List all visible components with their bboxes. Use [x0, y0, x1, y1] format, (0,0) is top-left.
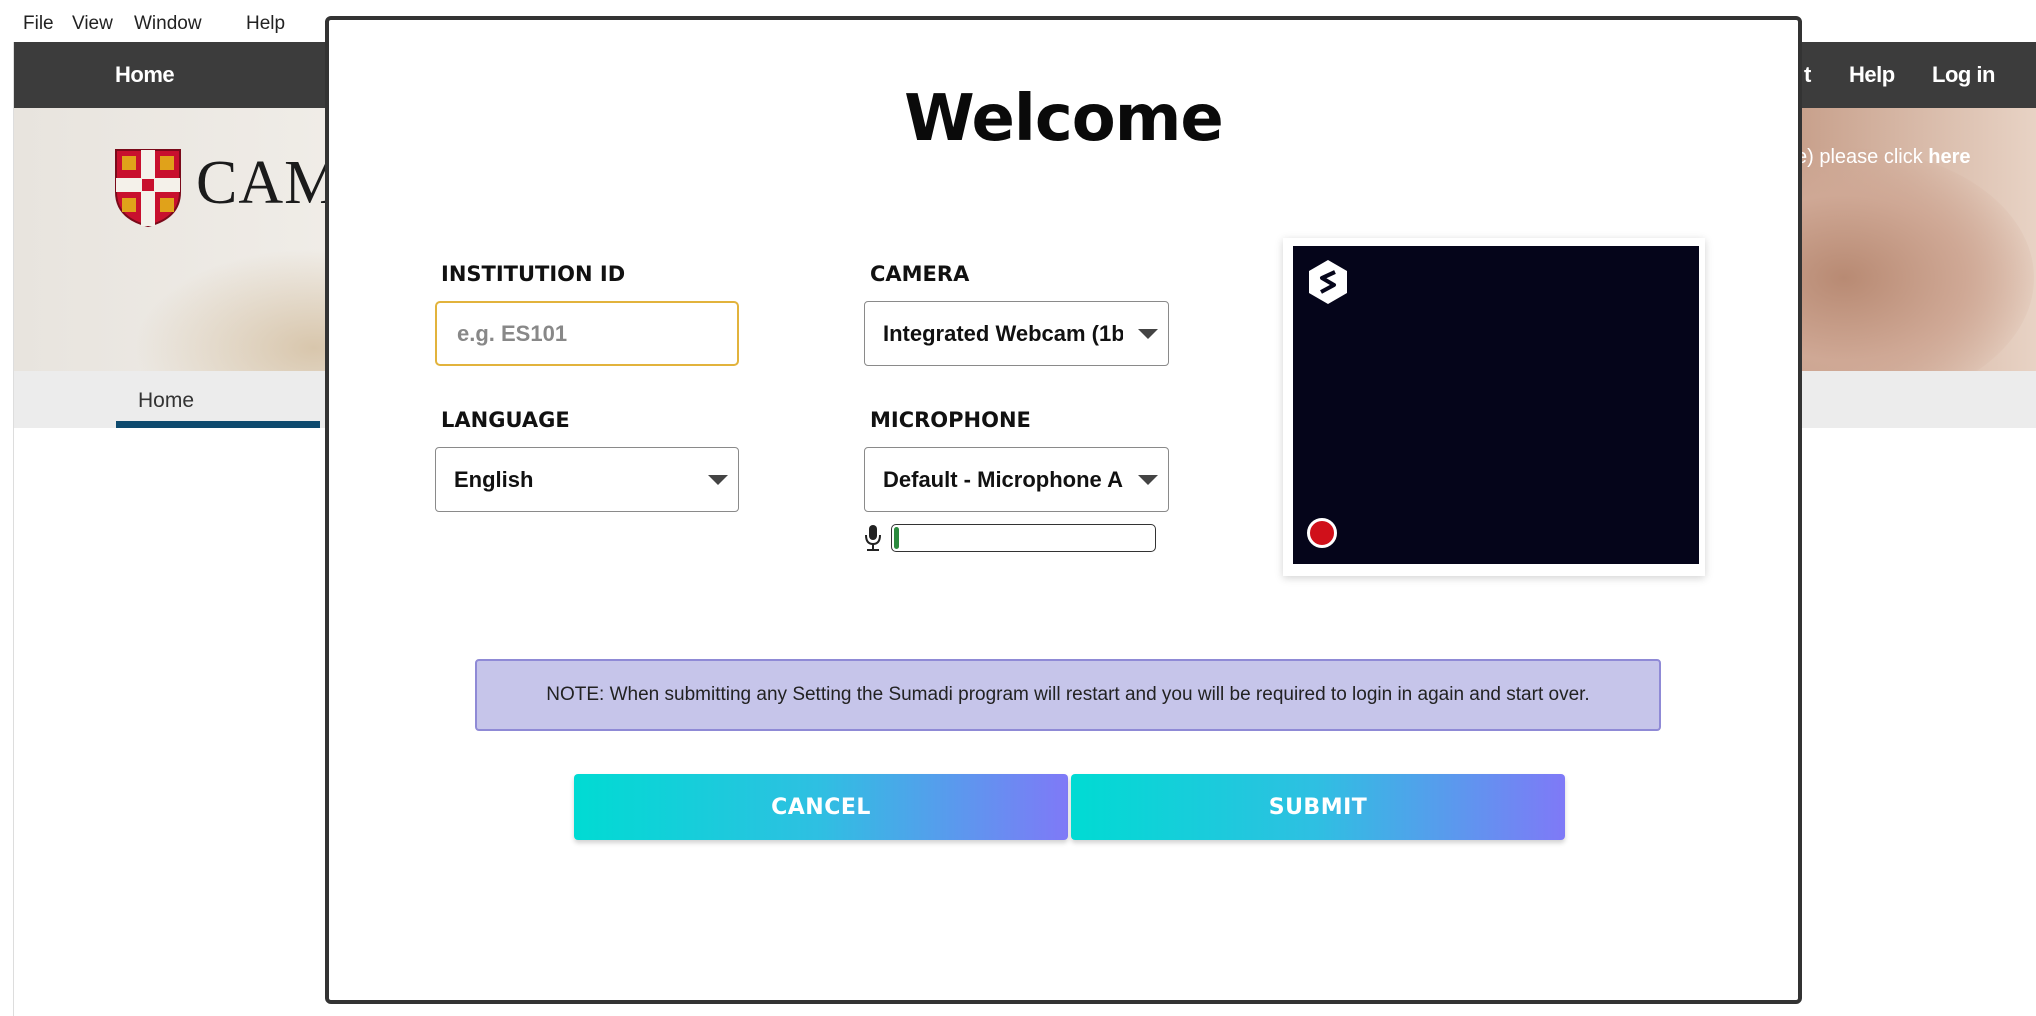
- welcome-modal: Welcome INSTITUTION ID CAMERA Integrated…: [325, 16, 1802, 1004]
- nav-home-link[interactable]: Home: [115, 62, 175, 88]
- recording-indicator-icon: [1307, 518, 1337, 548]
- university-wordmark: CAM: [196, 149, 341, 217]
- chevron-down-icon: [1138, 475, 1158, 485]
- modal-title: Welcome: [904, 82, 1224, 156]
- subnav-home-tab[interactable]: Home: [116, 389, 216, 413]
- cancel-button[interactable]: CANCEL: [574, 774, 1068, 840]
- microphone-select-value: Default - Microphone Array: [883, 467, 1123, 492]
- hero-here-link[interactable]: here: [1928, 146, 1970, 168]
- menu-file[interactable]: File: [23, 13, 54, 35]
- nav-partial-link[interactable]: t: [1804, 62, 1811, 88]
- hero-help-text: e) please click here: [1796, 146, 1971, 169]
- microphone-select[interactable]: Default - Microphone Array: [864, 447, 1169, 512]
- camera-select[interactable]: Integrated Webcam (1bcf:2b96): [864, 301, 1169, 366]
- menu-view[interactable]: View: [72, 13, 113, 35]
- sumadi-logo-icon: [1309, 260, 1347, 304]
- institution-id-input[interactable]: [435, 301, 739, 366]
- nav-help-link[interactable]: Help: [1849, 62, 1895, 88]
- microphone-level-meter: [891, 524, 1156, 552]
- settings-note: NOTE: When submitting any Setting the Su…: [475, 659, 1661, 731]
- camera-select-value: Integrated Webcam (1bcf:2b96): [883, 321, 1123, 346]
- camera-preview-card: [1283, 238, 1705, 576]
- language-select[interactable]: English: [435, 447, 739, 512]
- active-tab-underline: [116, 421, 320, 428]
- language-label: LANGUAGE: [441, 408, 570, 432]
- menu-window[interactable]: Window: [134, 13, 202, 35]
- chevron-down-icon: [1138, 329, 1158, 339]
- camera-preview: [1293, 246, 1699, 564]
- institution-id-label: INSTITUTION ID: [441, 262, 626, 286]
- microphone-label: MICROPHONE: [870, 408, 1031, 432]
- menu-help[interactable]: Help: [246, 13, 285, 35]
- microphone-icon: [865, 525, 881, 551]
- hero-help-text-start: e) please click: [1796, 146, 1929, 168]
- submit-button[interactable]: SUBMIT: [1071, 774, 1565, 840]
- camera-label: CAMERA: [870, 262, 970, 286]
- university-crest-icon: [115, 149, 181, 228]
- language-select-value: English: [454, 467, 534, 492]
- chevron-down-icon: [708, 475, 728, 485]
- microphone-level-fill: [894, 527, 899, 549]
- nav-login-link[interactable]: Log in: [1932, 62, 1995, 88]
